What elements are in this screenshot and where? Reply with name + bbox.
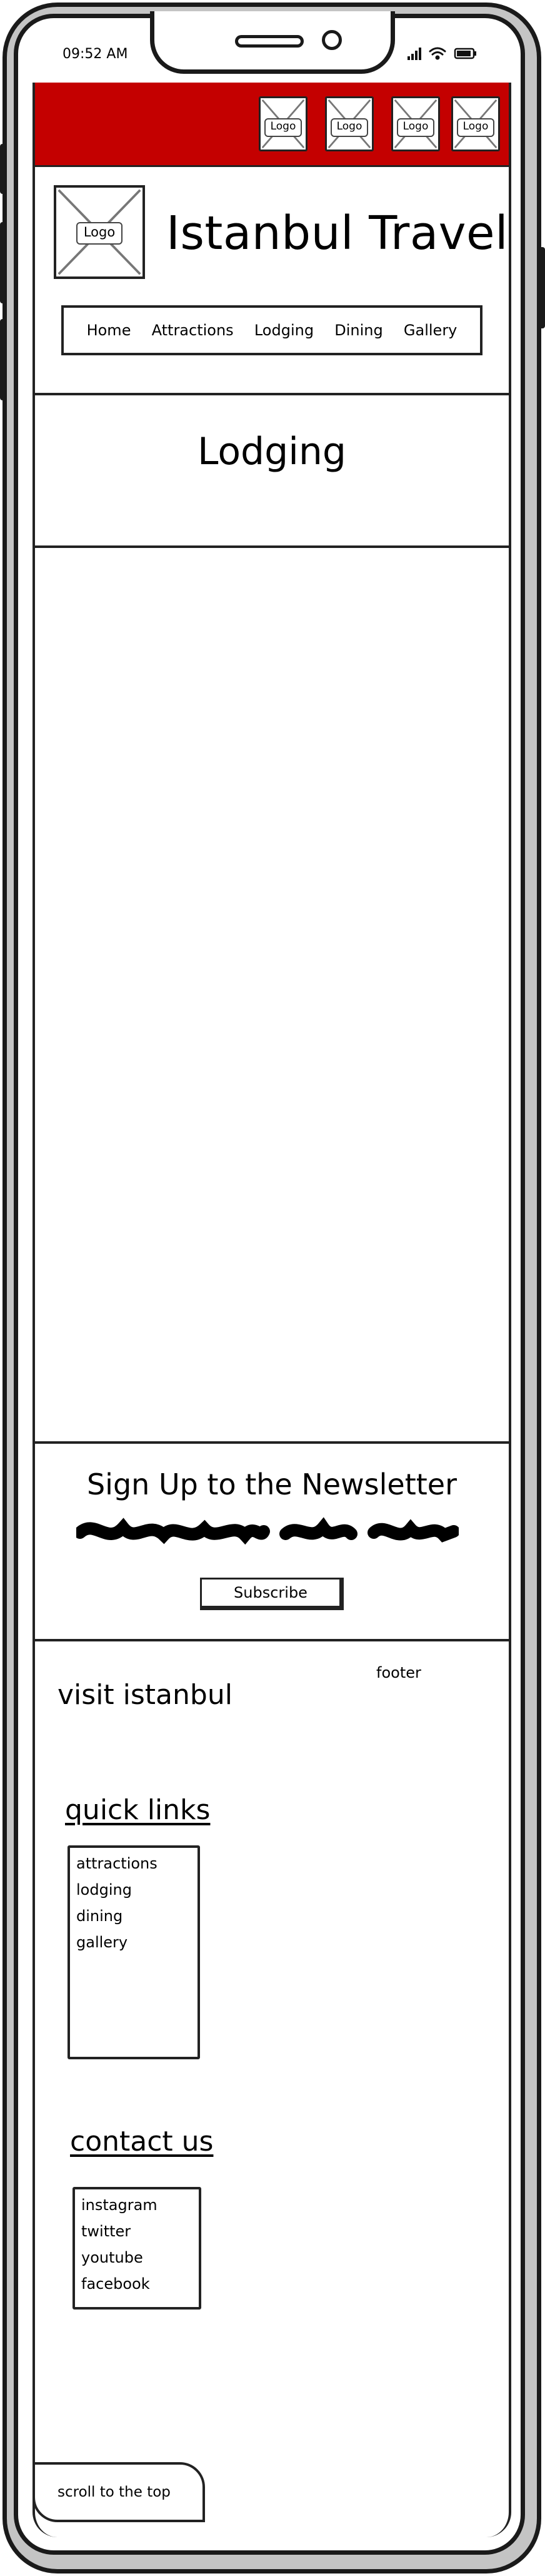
contact-link-twitter[interactable]: twitter <box>75 2218 199 2244</box>
status-time: 09:52 AM <box>62 46 128 62</box>
divider <box>35 1639 509 1641</box>
quick-links-list: attractions lodging dining gallery <box>68 1845 200 2059</box>
newsletter-title: Sign Up to the Newsletter <box>86 1468 458 1501</box>
social-logo-2[interactable]: Logo <box>325 96 374 151</box>
footer-label: footer <box>376 1664 421 1681</box>
quick-link-dining[interactable]: dining <box>70 1903 198 1929</box>
logo-label: Logo <box>397 118 434 137</box>
social-logo-3[interactable]: Logo <box>391 96 440 151</box>
quick-links-heading: quick links <box>65 1794 211 1826</box>
social-logo-1[interactable]: Logo <box>259 96 308 151</box>
divider <box>35 1441 509 1444</box>
site-title: Istanbul Travel <box>166 206 509 260</box>
wifi-icon <box>429 47 446 60</box>
scroll-to-top-button[interactable]: scroll to the top <box>35 2462 205 2522</box>
divider <box>35 545 509 548</box>
volume-down-button <box>0 319 6 400</box>
quick-link-attractions[interactable]: attractions <box>70 1850 198 1877</box>
speaker <box>235 35 304 48</box>
logo-label: Logo <box>76 222 122 245</box>
divider <box>35 393 509 395</box>
quick-link-gallery[interactable]: gallery <box>70 1929 198 1955</box>
nav-item-attractions[interactable]: Attractions <box>152 322 234 339</box>
volume-button <box>0 144 6 194</box>
power-button <box>539 247 545 328</box>
battery-icon <box>454 48 476 59</box>
volume-up-button <box>0 222 6 303</box>
contact-links-list: instagram twitter youtube facebook <box>72 2187 201 2310</box>
footer-visit-heading: visit istanbul <box>58 1679 232 1711</box>
top-bar: Logo Logo Logo Logo <box>35 83 509 167</box>
logo-label: Logo <box>457 118 494 137</box>
screen: Logo Logo Logo Logo Logo Istanbul Travel… <box>32 83 511 2537</box>
camera <box>322 30 342 50</box>
nav-item-dining[interactable]: Dining <box>334 322 382 339</box>
logo-label: Logo <box>264 118 302 137</box>
main-nav: Home Attractions Lodging Dining Gallery <box>61 305 482 355</box>
logo-label: Logo <box>331 118 368 137</box>
site-logo[interactable]: Logo <box>54 185 145 279</box>
scribbled-text <box>76 1517 459 1545</box>
page-title: Lodging <box>197 430 347 474</box>
contact-link-instagram[interactable]: instagram <box>75 2192 199 2218</box>
signal-icon <box>408 48 421 60</box>
nav-item-home[interactable]: Home <box>87 322 131 339</box>
social-logo-4[interactable]: Logo <box>451 96 500 151</box>
quick-link-lodging[interactable]: lodging <box>70 1877 198 1903</box>
subscribe-button[interactable]: Subscribe <box>200 1578 344 1610</box>
contact-link-youtube[interactable]: youtube <box>75 2244 199 2271</box>
status-icons <box>408 47 476 60</box>
nav-item-lodging[interactable]: Lodging <box>254 322 314 339</box>
contact-link-facebook[interactable]: facebook <box>75 2271 199 2297</box>
contact-us-heading: contact us <box>70 2126 214 2158</box>
nav-item-gallery[interactable]: Gallery <box>404 322 457 339</box>
